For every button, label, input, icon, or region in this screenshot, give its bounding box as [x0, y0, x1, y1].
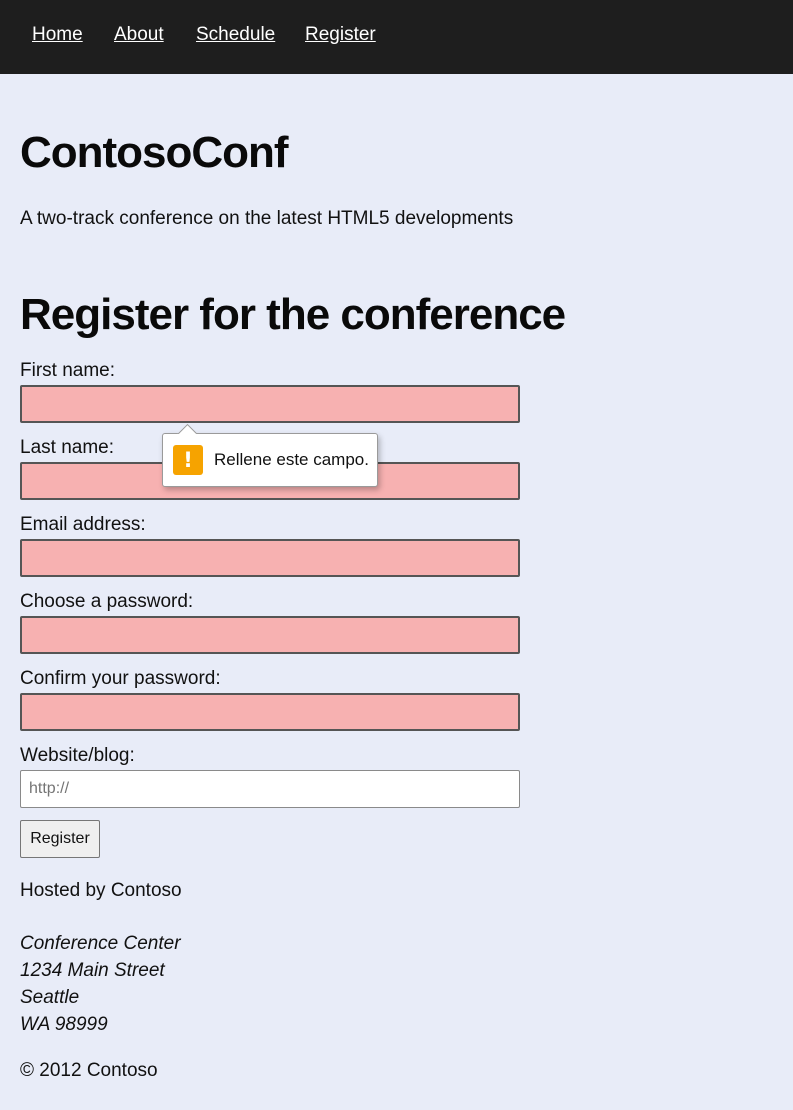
warning-icon: ! [173, 445, 203, 475]
password-label: Choose a password: [20, 591, 194, 612]
address-line: WA 98999 [20, 1014, 108, 1035]
email-field[interactable] [20, 539, 520, 577]
nav-link-register[interactable]: Register [305, 24, 376, 46]
top-nav: Home About Schedule Register [0, 0, 793, 74]
copyright: © 2012 Contoso [20, 1060, 158, 1081]
register-heading: Register for the conference [20, 290, 566, 339]
validation-tooltip: ! Rellene este campo. [162, 433, 378, 487]
address-line: Seattle [20, 987, 80, 1008]
website-field[interactable] [20, 770, 520, 808]
address-line: 1234 Main Street [20, 960, 165, 981]
nav-link-home[interactable]: Home [32, 24, 83, 46]
nav-link-about[interactable]: About [114, 24, 164, 46]
last-name-label: Last name: [20, 437, 114, 458]
validation-message: Rellene este campo. [214, 450, 369, 469]
website-label: Website/blog: [20, 745, 135, 766]
confirm-password-field[interactable] [20, 693, 520, 731]
address-line: Conference Center [20, 933, 181, 954]
register-button[interactable]: Register [20, 820, 100, 858]
hosted-by: Hosted by Contoso [20, 880, 182, 901]
first-name-label: First name: [20, 360, 116, 381]
tooltip-arrow [177, 423, 197, 434]
email-label: Email address: [20, 514, 146, 535]
page-title: ContosoConf [20, 128, 289, 177]
first-name-field[interactable] [20, 385, 520, 423]
password-field[interactable] [20, 616, 520, 654]
confirm-password-label: Confirm your password: [20, 668, 221, 689]
nav-link-schedule[interactable]: Schedule [196, 24, 275, 46]
page-subtitle: A two-track conference on the latest HTM… [20, 208, 514, 229]
venue-address: Conference Center 1234 Main Street Seatt… [20, 930, 181, 1038]
